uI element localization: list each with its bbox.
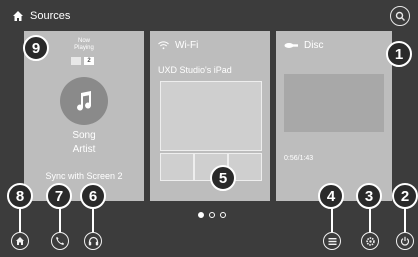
artist-name: Artist (72, 144, 96, 155)
wifi-card-title: Wi-Fi (158, 40, 198, 51)
song-title: Song (72, 130, 96, 141)
screen-indicator: 2 (71, 57, 97, 65)
header: Sources (12, 7, 70, 25)
page-dot[interactable] (209, 212, 215, 218)
home-button[interactable] (11, 232, 29, 250)
settings-button[interactable] (361, 232, 379, 250)
search-button[interactable] (390, 6, 410, 26)
headphones-icon (88, 236, 98, 246)
callout-badge: 8 (7, 183, 33, 209)
page-dot[interactable] (220, 212, 226, 218)
track-time: 0:56/1:43 (284, 155, 314, 162)
page-dot[interactable] (198, 212, 204, 218)
content-tile[interactable] (160, 81, 262, 151)
callout-badge: 2 (392, 183, 418, 209)
callout-badge: 9 (23, 35, 49, 61)
power-icon (400, 236, 410, 246)
page-title: Sources (30, 10, 71, 22)
callout-badge: 1 (386, 41, 412, 67)
home-icon (16, 237, 24, 245)
menu-button[interactable] (323, 232, 341, 250)
sync-label[interactable]: Sync with Screen 2 (24, 171, 144, 181)
callout-leader (59, 208, 61, 232)
callout-badge: 4 (318, 183, 344, 209)
callout-leader (404, 208, 406, 232)
pagination-dots (198, 212, 226, 218)
menu-icon (328, 237, 336, 245)
disc-card-title: Disc (284, 40, 323, 51)
callout-badge: 6 (80, 183, 106, 209)
search-icon (395, 11, 405, 21)
callout-leader (369, 208, 371, 232)
callout-badge: 5 (210, 165, 236, 191)
callout-badge: 7 (46, 183, 72, 209)
call-icon (56, 237, 64, 245)
audio-button[interactable] (84, 232, 102, 250)
device-name: UXD Studio's iPad (158, 65, 232, 75)
disc-icon (284, 43, 298, 48)
settings-icon (365, 236, 375, 246)
sources-screen: Sources Now Playing 2 Song Artist Sync wi… (0, 0, 418, 257)
phone-button[interactable] (51, 232, 69, 250)
screen-badge: 2 (84, 57, 94, 65)
wifi-content-grid (160, 81, 262, 181)
callout-leader (19, 208, 21, 232)
wifi-icon (158, 41, 169, 50)
callout-leader (92, 208, 94, 232)
content-tile[interactable] (160, 153, 194, 181)
music-note-icon (77, 91, 92, 111)
home-icon[interactable] (12, 10, 24, 22)
disc-artwork (284, 74, 384, 132)
power-button[interactable] (396, 232, 414, 250)
callout-leader (331, 208, 333, 232)
disc-card[interactable]: Disc 0:56/1:43 (276, 31, 392, 201)
album-art (60, 77, 108, 125)
callout-badge: 3 (356, 183, 382, 209)
